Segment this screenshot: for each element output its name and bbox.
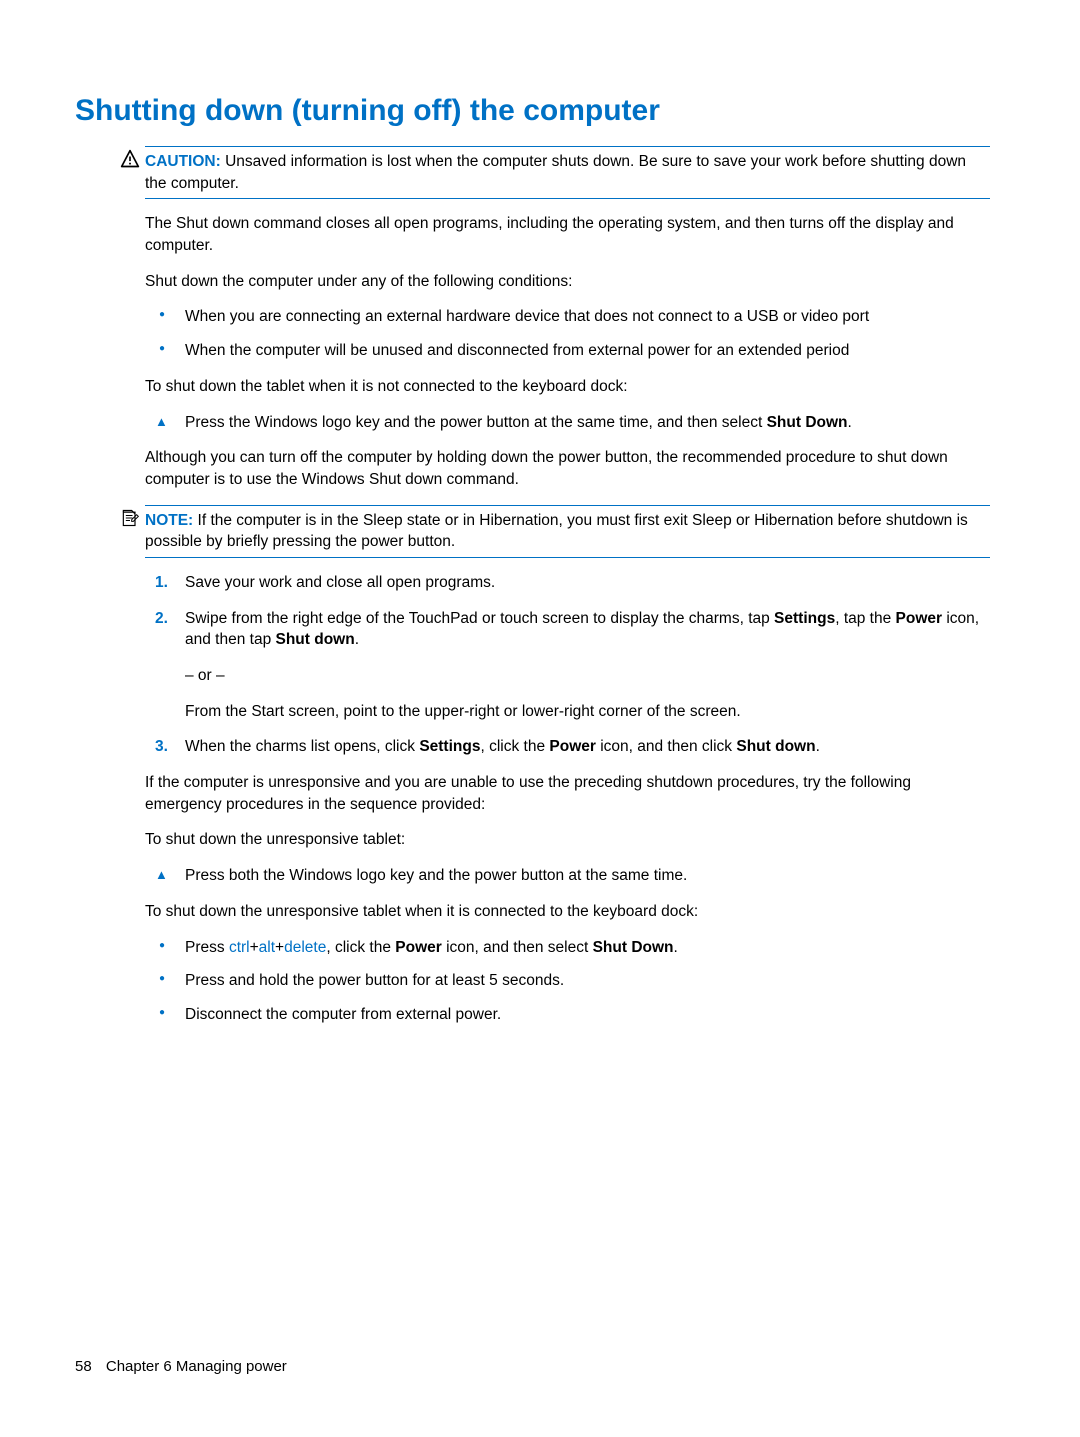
emergency-list: Press ctrl+alt+delete, click the Power i… xyxy=(145,937,990,1026)
bold-text: Shut Down xyxy=(593,939,674,956)
list-item: When the computer will be unused and dis… xyxy=(145,340,990,362)
note-icon xyxy=(119,508,141,530)
caution-bottom-rule xyxy=(145,198,990,199)
text: Press xyxy=(185,939,229,956)
note-callout: NOTE: If the computer is in the Sleep st… xyxy=(145,506,990,557)
page-content: CAUTION: Unsaved information is lost whe… xyxy=(145,146,990,1026)
list-item: Press and hold the power button for at l… xyxy=(145,970,990,992)
procedure-list: Press the Windows logo key and the power… xyxy=(145,412,990,434)
key-alt: alt xyxy=(259,939,275,956)
step-number: 1. xyxy=(155,572,168,594)
step-number: 2. xyxy=(155,608,168,630)
text: . xyxy=(816,738,820,755)
bold-text: Power xyxy=(395,939,442,956)
caution-text: Unsaved information is lost when the com… xyxy=(145,153,966,192)
text: icon, and then select xyxy=(442,939,593,956)
warning-icon xyxy=(119,149,141,171)
list-item: When you are connecting an external hard… xyxy=(145,306,990,328)
conditions-list: When you are connecting an external hard… xyxy=(145,306,990,361)
text: Swipe from the right edge of the TouchPa… xyxy=(185,610,774,627)
bold-text: Power xyxy=(549,738,596,755)
step-item: 2. Swipe from the right edge of the Touc… xyxy=(145,608,990,723)
bold-text: Shut down xyxy=(276,631,355,648)
bold-text: Settings xyxy=(774,610,835,627)
paragraph: To shut down the tablet when it is not c… xyxy=(145,376,990,398)
step-text: Save your work and close all open progra… xyxy=(185,574,495,591)
paragraph: To shut down the unresponsive tablet whe… xyxy=(145,901,990,923)
text: . xyxy=(674,939,678,956)
key-delete: delete xyxy=(284,939,326,956)
text: , tap the xyxy=(835,610,895,627)
text: , click the xyxy=(480,738,549,755)
note-text: If the computer is in the Sleep state or… xyxy=(145,512,968,551)
paragraph: Shut down the computer under any of the … xyxy=(145,271,990,293)
paragraph: The Shut down command closes all open pr… xyxy=(145,213,990,256)
chapter-label: Chapter 6 Managing power xyxy=(106,1358,287,1375)
text: , click the xyxy=(326,939,395,956)
text: . xyxy=(848,414,852,431)
bold-text: Power xyxy=(896,610,943,627)
caution-label: CAUTION: xyxy=(145,153,221,170)
shutdown-steps: 1. Save your work and close all open pro… xyxy=(145,572,990,758)
alt-text: From the Start screen, point to the uppe… xyxy=(185,701,990,723)
paragraph: If the computer is unresponsive and you … xyxy=(145,772,990,815)
list-item: Press both the Windows logo key and the … xyxy=(145,865,990,887)
bold-text: Settings xyxy=(419,738,480,755)
step-item: 1. Save your work and close all open pro… xyxy=(145,572,990,594)
paragraph: To shut down the unresponsive tablet: xyxy=(145,829,990,851)
page-title: Shutting down (turning off) the computer xyxy=(75,90,990,132)
list-item: Press the Windows logo key and the power… xyxy=(145,412,990,434)
paragraph: Although you can turn off the computer b… xyxy=(145,447,990,490)
bold-text: Shut down xyxy=(736,738,815,755)
key-ctrl: ctrl xyxy=(229,939,250,956)
plus-separator: + xyxy=(275,939,284,956)
list-item: Press ctrl+alt+delete, click the Power i… xyxy=(145,937,990,959)
or-separator: – or – xyxy=(185,665,990,687)
text: icon, and then click xyxy=(596,738,736,755)
plus-separator: + xyxy=(250,939,259,956)
step-number: 3. xyxy=(155,736,168,758)
note-bottom-rule xyxy=(145,557,990,558)
caution-callout: CAUTION: Unsaved information is lost whe… xyxy=(145,147,990,198)
step-item: 3. When the charms list opens, click Set… xyxy=(145,736,990,758)
procedure-list: Press both the Windows logo key and the … xyxy=(145,865,990,887)
note-label: NOTE: xyxy=(145,512,193,529)
page-number: 58 xyxy=(75,1358,92,1375)
list-item: Disconnect the computer from external po… xyxy=(145,1004,990,1026)
text: . xyxy=(355,631,359,648)
bold-text: Shut Down xyxy=(767,414,848,431)
text: When the charms list opens, click xyxy=(185,738,419,755)
text: Press the Windows logo key and the power… xyxy=(185,414,767,431)
page-footer: 58 Chapter 6 Managing power xyxy=(75,1356,287,1377)
